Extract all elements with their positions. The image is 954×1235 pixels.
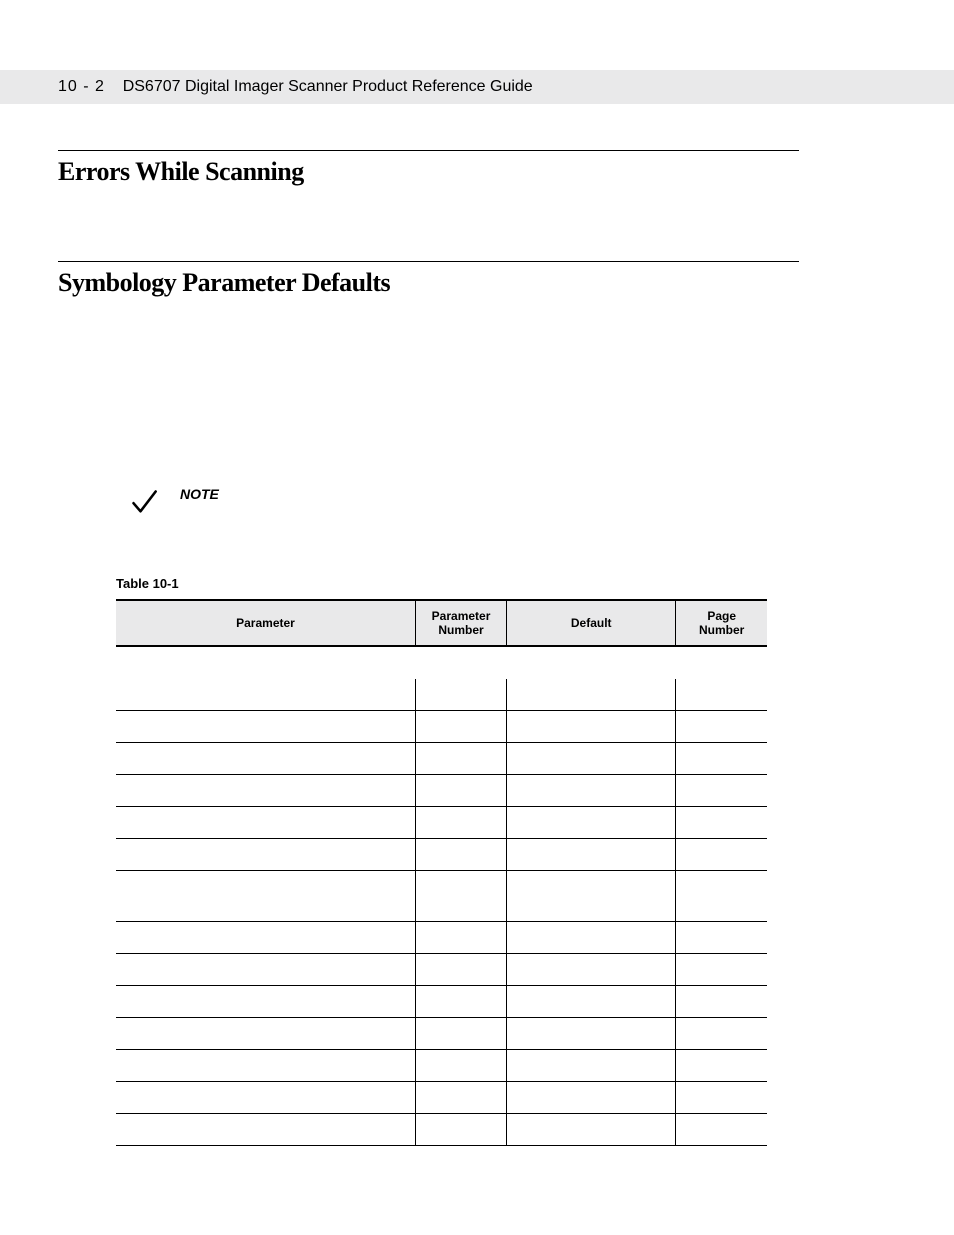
- table-cell: [415, 775, 506, 807]
- table-cell: [507, 1018, 676, 1050]
- table-cell: [507, 646, 676, 679]
- table-cell: [507, 807, 676, 839]
- table-cell: [415, 646, 506, 679]
- parameter-table: Parameter Parameter Number Default Page …: [116, 599, 767, 1146]
- table-cell: [676, 679, 767, 711]
- table-cell: [507, 1082, 676, 1114]
- table-cell: [415, 679, 506, 711]
- table-cell: [676, 871, 767, 922]
- table-cell: [676, 839, 767, 871]
- table-cell: [507, 986, 676, 1018]
- heading-errors: Errors While Scanning: [58, 157, 799, 187]
- table-cell: [676, 711, 767, 743]
- table-row: [116, 743, 767, 775]
- table-row: [116, 679, 767, 711]
- table-row: [116, 986, 767, 1018]
- table-cell: [415, 743, 506, 775]
- table-cell: [507, 1050, 676, 1082]
- table-row: [116, 1114, 767, 1146]
- table-cell: [415, 839, 506, 871]
- table-cell: [676, 775, 767, 807]
- table-cell: [676, 1114, 767, 1146]
- table-cell: [116, 679, 415, 711]
- table-cell: [507, 711, 676, 743]
- table-cell: [415, 1018, 506, 1050]
- table-cell: [116, 743, 415, 775]
- table-cell: [676, 1018, 767, 1050]
- heading-defaults: Symbology Parameter Defaults: [58, 268, 799, 298]
- table-cell: [415, 922, 506, 954]
- table-cell: [116, 1082, 415, 1114]
- table-cell: [116, 871, 415, 922]
- table-cell: [116, 954, 415, 986]
- table-cell: [116, 1018, 415, 1050]
- checkmark-icon: [130, 488, 158, 516]
- note-callout: NOTE: [130, 488, 799, 516]
- table-row: [116, 1018, 767, 1050]
- page-header: 10 - 2 DS6707 Digital Imager Scanner Pro…: [0, 70, 954, 104]
- table-cell: [507, 954, 676, 986]
- table-cell: [116, 807, 415, 839]
- table-cell: [116, 1114, 415, 1146]
- table-cell: [676, 1082, 767, 1114]
- table-cell: [507, 922, 676, 954]
- col-parameter-number: Parameter Number: [415, 600, 506, 646]
- table-row: [116, 1082, 767, 1114]
- table-row: [116, 954, 767, 986]
- table-cell: [507, 679, 676, 711]
- table-cell: [116, 922, 415, 954]
- table-cell: [415, 1050, 506, 1082]
- col-parameter: Parameter: [116, 600, 415, 646]
- table-cell: [116, 646, 415, 679]
- section-rule: [58, 150, 799, 151]
- table-header-row: Parameter Parameter Number Default Page …: [116, 600, 767, 646]
- table-row: [116, 871, 767, 922]
- table-row: [116, 646, 767, 679]
- table-cell: [676, 954, 767, 986]
- table-row: [116, 807, 767, 839]
- table-cell: [676, 922, 767, 954]
- section-rule: [58, 261, 799, 262]
- table-cell: [676, 1050, 767, 1082]
- table-cell: [415, 871, 506, 922]
- doc-title: DS6707 Digital Imager Scanner Product Re…: [123, 78, 533, 95]
- table-cell: [676, 807, 767, 839]
- table-cell: [676, 986, 767, 1018]
- table-cell: [507, 839, 676, 871]
- table-cell: [507, 1114, 676, 1146]
- table-cell: [676, 743, 767, 775]
- table-cell: [415, 1082, 506, 1114]
- table-cell: [507, 743, 676, 775]
- table-cell: [415, 711, 506, 743]
- table-cell: [116, 775, 415, 807]
- table-label: Table 10-1: [116, 576, 767, 591]
- table-cell: [415, 807, 506, 839]
- table-cell: [116, 839, 415, 871]
- table-cell: [116, 1050, 415, 1082]
- page-number: 10 - 2: [58, 78, 105, 95]
- table-cell: [415, 1114, 506, 1146]
- table-cell: [116, 986, 415, 1018]
- table-cell: [415, 986, 506, 1018]
- table-row: [116, 1050, 767, 1082]
- col-page-number: Page Number: [676, 600, 767, 646]
- table-cell: [415, 954, 506, 986]
- col-default: Default: [507, 600, 676, 646]
- table-cell: [507, 871, 676, 922]
- table-cell: [507, 775, 676, 807]
- table-row: [116, 775, 767, 807]
- note-label: NOTE: [180, 486, 219, 502]
- table-cell: [116, 711, 415, 743]
- table-row: [116, 711, 767, 743]
- table-row: [116, 922, 767, 954]
- table-cell: [676, 646, 767, 679]
- table-row: [116, 839, 767, 871]
